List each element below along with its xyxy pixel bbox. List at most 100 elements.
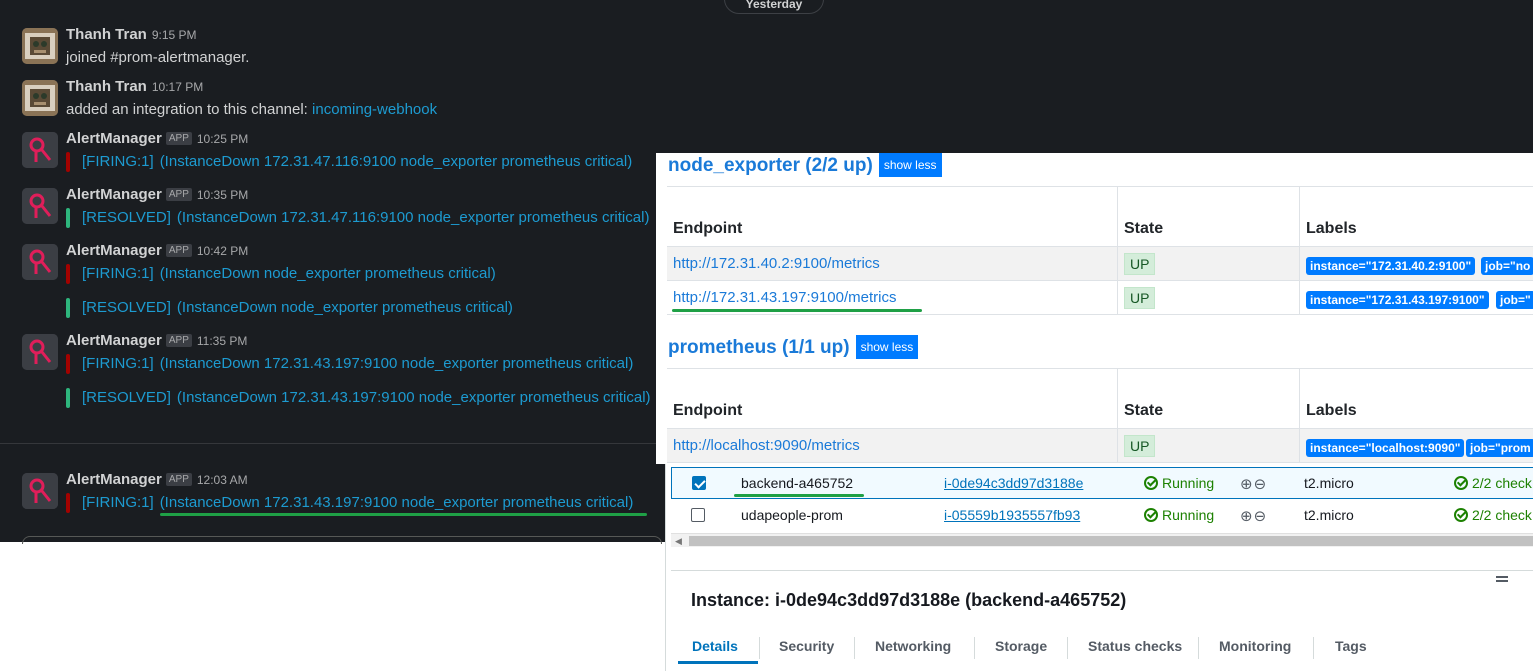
message-author[interactable]: AlertManager bbox=[66, 186, 162, 203]
alertmanager-avatar[interactable] bbox=[22, 188, 58, 224]
message-timestamp[interactable]: 12:03 AM bbox=[197, 473, 248, 487]
message-author[interactable]: AlertManager bbox=[66, 242, 162, 259]
active-tab-indicator bbox=[678, 661, 758, 664]
alert-title[interactable]: (InstanceDown 172.31.43.197:9100 node_ex… bbox=[177, 389, 651, 406]
alert-status: [FIRING:1] bbox=[82, 265, 154, 282]
tab-separator bbox=[1198, 637, 1199, 659]
label-badge: instance="localhost:9090" bbox=[1306, 439, 1465, 457]
column-header-state: State bbox=[1124, 402, 1164, 419]
row-checkbox[interactable] bbox=[692, 476, 706, 490]
user-avatar[interactable] bbox=[22, 80, 58, 116]
message-timestamp[interactable]: 9:15 PM bbox=[152, 28, 197, 42]
resolved-color-bar bbox=[66, 388, 70, 408]
column-header-endpoint: Endpoint bbox=[673, 402, 743, 419]
highlight-underline bbox=[160, 513, 647, 516]
message-author[interactable]: AlertManager bbox=[66, 471, 162, 488]
message-composer[interactable] bbox=[22, 536, 662, 544]
tab-details[interactable]: Details bbox=[692, 638, 738, 654]
table-header-row: Endpoint State Labels bbox=[667, 187, 1533, 247]
message-author[interactable]: Thanh Tran bbox=[66, 78, 147, 95]
table-row: http://172.31.40.2:9100/metrics UP insta… bbox=[667, 247, 1533, 281]
column-header-state: State bbox=[1124, 220, 1164, 237]
alert-title[interactable]: (InstanceDown 172.31.43.197:9100 node_ex… bbox=[160, 355, 634, 372]
drag-handle-icon[interactable] bbox=[1496, 576, 1508, 582]
tab-security[interactable]: Security bbox=[779, 638, 834, 654]
user-avatar[interactable] bbox=[22, 28, 58, 64]
label-badge: job=" bbox=[1496, 291, 1533, 309]
panel-splitter[interactable] bbox=[671, 570, 1533, 571]
endpoint-link[interactable]: http://172.31.40.2:9100/metrics bbox=[673, 255, 880, 272]
alert-status: [RESOLVED] bbox=[82, 389, 171, 406]
message-timestamp[interactable]: 10:17 PM bbox=[152, 80, 203, 94]
target-group-heading[interactable]: prometheus (1/1 up) show less bbox=[668, 335, 919, 359]
alert-title[interactable]: (InstanceDown node_exporter prometheus c… bbox=[160, 265, 496, 282]
tab-separator bbox=[1313, 637, 1314, 659]
message-timestamp[interactable]: 10:35 PM bbox=[197, 188, 248, 202]
app-badge: APP bbox=[165, 334, 192, 347]
column-header-labels: Labels bbox=[1306, 220, 1357, 237]
tab-networking[interactable]: Networking bbox=[875, 638, 951, 654]
status-checks[interactable]: 2/2 check bbox=[1454, 507, 1532, 523]
status-checks[interactable]: 2/2 check bbox=[1454, 475, 1532, 491]
check-circle-icon bbox=[1454, 508, 1468, 522]
tab-monitoring[interactable]: Monitoring bbox=[1219, 638, 1291, 654]
tab-storage[interactable]: Storage bbox=[995, 638, 1047, 654]
firing-color-bar bbox=[66, 354, 70, 374]
tab-separator bbox=[854, 637, 855, 659]
tab-separator bbox=[974, 637, 975, 659]
message-author[interactable]: AlertManager bbox=[66, 130, 162, 147]
instance-name: udapeople-prom bbox=[741, 507, 843, 523]
message-timestamp[interactable]: 11:35 PM bbox=[197, 334, 247, 348]
column-header-labels: Labels bbox=[1306, 402, 1357, 419]
message-divider bbox=[0, 443, 660, 444]
message-text-body: added an integration to this channel: bbox=[66, 101, 308, 118]
integration-link[interactable]: incoming-webhook bbox=[312, 101, 437, 118]
show-less-button[interactable]: show less bbox=[878, 153, 942, 177]
instance-state: Running bbox=[1144, 507, 1214, 523]
tab-separator bbox=[759, 637, 760, 659]
scroll-left-icon[interactable]: ◀ bbox=[675, 534, 682, 548]
endpoint-link[interactable]: http://172.31.43.197:9100/metrics bbox=[673, 289, 896, 306]
message-timestamp[interactable]: 10:25 PM bbox=[197, 132, 248, 146]
tab-status-checks[interactable]: Status checks bbox=[1088, 638, 1182, 654]
zoom-icons[interactable]: ⊕⊖ bbox=[1240, 507, 1267, 525]
label-badge: job="no bbox=[1481, 257, 1533, 275]
message-author[interactable]: Thanh Tran bbox=[66, 26, 147, 43]
date-divider-pill[interactable]: Yesterday bbox=[724, 0, 824, 14]
target-group-title[interactable]: node_exporter (2/2 up) bbox=[668, 155, 873, 176]
message-timestamp[interactable]: 10:42 PM bbox=[197, 244, 248, 258]
table-header-row: Endpoint State Labels bbox=[667, 369, 1533, 429]
alert-title[interactable]: (InstanceDown 172.31.43.197:9100 node_ex… bbox=[160, 494, 634, 511]
alertmanager-avatar[interactable] bbox=[22, 473, 58, 509]
app-badge: APP bbox=[165, 188, 192, 201]
target-group-heading[interactable]: node_exporter (2/2 up) show less bbox=[668, 153, 942, 177]
alert-title[interactable]: (InstanceDown 172.31.47.116:9100 node_ex… bbox=[177, 209, 650, 226]
tab-tags[interactable]: Tags bbox=[1335, 638, 1367, 654]
alertmanager-avatar[interactable] bbox=[22, 244, 58, 280]
alert-title[interactable]: (InstanceDown 172.31.47.116:9100 node_ex… bbox=[160, 153, 633, 170]
show-less-button[interactable]: show less bbox=[855, 335, 919, 359]
alertmanager-avatar[interactable] bbox=[22, 334, 58, 370]
alert-title[interactable]: (InstanceDown node_exporter prometheus c… bbox=[177, 299, 513, 316]
highlight-underline bbox=[672, 309, 922, 312]
app-badge: APP bbox=[165, 132, 192, 145]
detail-tabs: Details Security Networking Storage Stat… bbox=[671, 632, 1533, 671]
label-badge: instance="172.31.40.2:9100" bbox=[1306, 257, 1476, 275]
horizontal-scrollbar[interactable]: ◀ bbox=[671, 533, 1533, 547]
state-badge: UP bbox=[1124, 435, 1156, 457]
firing-color-bar bbox=[66, 264, 70, 284]
instance-row[interactable]: udapeople-prom i-05559b1935557fb93 Runni… bbox=[671, 500, 1533, 532]
message-author[interactable]: AlertManager bbox=[66, 332, 162, 349]
resolved-color-bar bbox=[66, 298, 70, 318]
app-badge: APP bbox=[165, 473, 192, 486]
alert-status: [FIRING:1] bbox=[82, 153, 154, 170]
instance-id-link[interactable]: i-05559b1935557fb93 bbox=[944, 507, 1080, 523]
label-badge: job="prom bbox=[1466, 439, 1533, 457]
scrollbar-thumb[interactable] bbox=[689, 536, 1533, 546]
instance-id-link[interactable]: i-0de94c3dd97d3188e bbox=[944, 475, 1083, 491]
zoom-icons[interactable]: ⊕⊖ bbox=[1240, 475, 1267, 493]
target-group-title[interactable]: prometheus (1/1 up) bbox=[668, 337, 850, 358]
row-checkbox[interactable] bbox=[691, 508, 705, 522]
endpoint-link[interactable]: http://localhost:9090/metrics bbox=[673, 437, 860, 454]
alertmanager-avatar[interactable] bbox=[22, 132, 58, 168]
